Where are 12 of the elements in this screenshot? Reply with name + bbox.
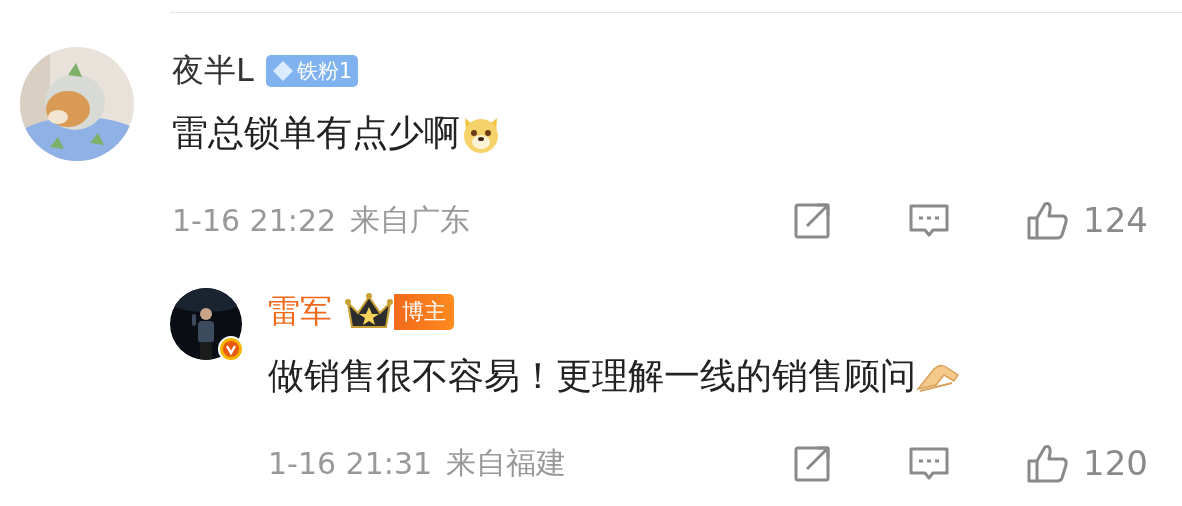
comment-text: 雷总锁单有点少啊 bbox=[172, 111, 460, 155]
host-badge: 博主 bbox=[394, 294, 454, 330]
location: 来自广东 bbox=[350, 200, 471, 239]
timestamp: 1-16 21:31 bbox=[268, 445, 433, 481]
diamond-icon bbox=[271, 60, 294, 82]
comment-text: 做销售很不容易！更理解一线的销售顾问 bbox=[268, 354, 916, 398]
like-count: 124 bbox=[1083, 200, 1148, 240]
location: 来自福建 bbox=[446, 443, 567, 482]
like-count: 120 bbox=[1083, 443, 1148, 483]
timestamp: 1-16 21:22 bbox=[172, 202, 337, 238]
username[interactable]: 夜半L bbox=[172, 49, 254, 93]
fan-badge-label: 铁粉1 bbox=[296, 58, 353, 85]
